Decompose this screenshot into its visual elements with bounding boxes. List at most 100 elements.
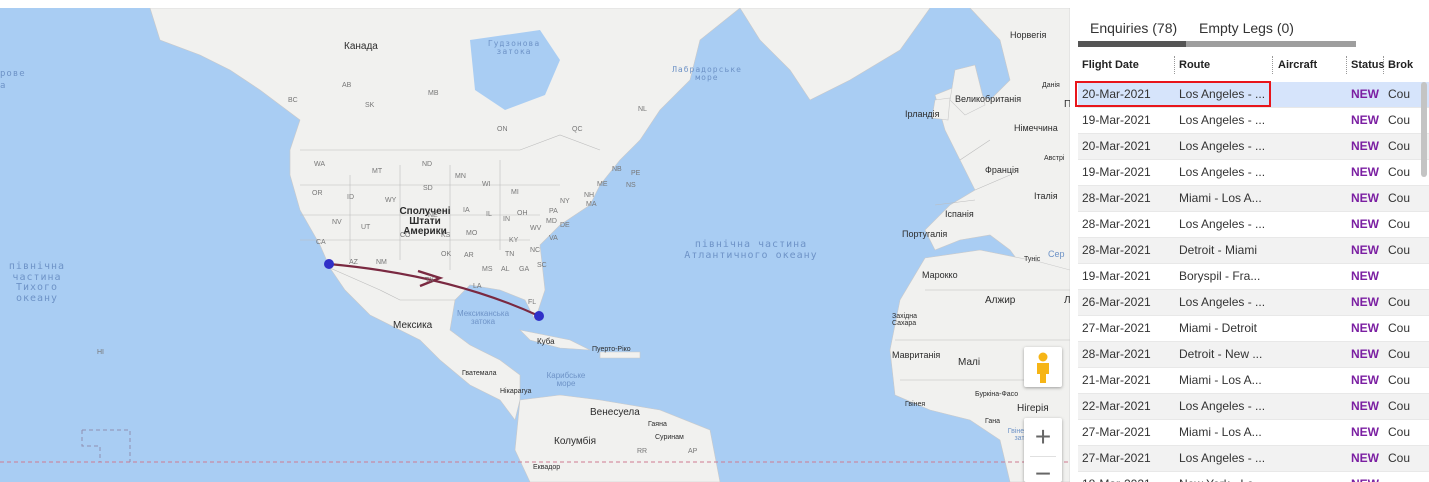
cell-route: Los Angeles - ... <box>1179 295 1266 309</box>
cell-status: NEW <box>1351 295 1379 309</box>
column-header-broker[interactable]: Brok <box>1388 54 1413 76</box>
state-code: NL <box>638 106 647 113</box>
column-header-status[interactable]: Status <box>1351 54 1385 76</box>
map-top-strip <box>0 0 1070 8</box>
table-row[interactable]: 28-Mar-2021 Detroit - Miami NEW Cou <box>1078 238 1429 264</box>
state-code: MO <box>466 230 478 237</box>
column-separator[interactable] <box>1272 56 1273 74</box>
state-code: NE <box>428 212 438 219</box>
state-code: NM <box>376 259 387 266</box>
cell-route: Detroit - New ... <box>1179 347 1263 361</box>
label-ecuador: Еквадор <box>533 464 561 471</box>
cell-status: NEW <box>1351 139 1379 153</box>
state-code: MN <box>455 173 466 180</box>
cell-broker: Cou <box>1388 165 1411 179</box>
cell-status: NEW <box>1351 347 1379 361</box>
state-code: ND <box>422 161 433 168</box>
column-header-route[interactable]: Route <box>1179 54 1210 76</box>
label-morocco: Марокко <box>922 270 958 280</box>
state-code: NB <box>612 166 622 173</box>
state-code: OK <box>441 251 452 258</box>
cell-flight-date: 18-Mar-2021 <box>1082 472 1151 482</box>
map-view[interactable]: Канада Гудзонова затока Лабрадорське мор… <box>0 0 1070 482</box>
column-separator[interactable] <box>1174 56 1175 74</box>
state-code: IL <box>486 211 492 218</box>
label-north-atlantic: північна частина Атлантичного океану <box>684 239 818 261</box>
state-code: PE <box>631 170 641 177</box>
table-row[interactable]: 28-Mar-2021 Detroit - New ... NEW Cou <box>1078 342 1429 368</box>
column-separator[interactable] <box>1346 56 1347 74</box>
column-header-flight-date[interactable]: Flight Date <box>1082 54 1139 76</box>
label-north-pacific: північна частина Тихого океану <box>8 261 66 304</box>
label-tunisia: Туніс <box>1024 256 1041 263</box>
label-western-sahara: Західна Сахара <box>892 313 918 328</box>
cell-status: NEW <box>1351 425 1379 439</box>
state-code: OR <box>312 190 323 197</box>
state-code: MD <box>546 218 557 225</box>
street-view-pegman-button[interactable] <box>1024 347 1062 387</box>
state-code: MA <box>586 201 597 208</box>
table-row[interactable]: 18-Mar-2021 New York - Lo... NEW <box>1078 472 1429 482</box>
table-row[interactable]: 19-Mar-2021 Boryspil - Fra... NEW <box>1078 264 1429 290</box>
zoom-out-button[interactable]: − <box>1024 457 1062 482</box>
tab-enquiries[interactable]: Enquiries (78) <box>1090 20 1177 36</box>
label-mexico: Мексика <box>393 320 433 331</box>
label-sea-left-2: а <box>0 81 7 91</box>
cell-flight-date: 19-Mar-2021 <box>1082 113 1151 127</box>
cell-flight-date: 26-Mar-2021 <box>1082 295 1151 309</box>
enquiries-table-body: 20-Mar-2021 Los Angeles - ... NEW Cou 19-Mar… <box>1078 82 1429 482</box>
table-row[interactable]: 27-Mar-2021 Miami - Los A... NEW Cou <box>1078 420 1429 446</box>
cell-status: NEW <box>1351 191 1379 205</box>
state-code: AB <box>342 82 352 89</box>
cell-flight-date: 28-Mar-2021 <box>1082 243 1151 257</box>
cell-route: Los Angeles - ... <box>1179 165 1266 179</box>
table-row[interactable]: 27-Mar-2021 Miami - Detroit NEW Cou <box>1078 316 1429 342</box>
state-code: KS <box>441 232 451 239</box>
cell-route: Los Angeles - ... <box>1179 139 1266 153</box>
table-row[interactable]: 28-Mar-2021 Miami - Los A... NEW Cou <box>1078 186 1429 212</box>
cell-broker: Cou <box>1388 113 1411 127</box>
table-row[interactable]: 19-Mar-2021 Los Angeles - ... NEW Cou <box>1078 108 1429 134</box>
state-code: MT <box>372 168 383 175</box>
state-code: MB <box>428 90 439 97</box>
landmass-greenland <box>739 7 931 101</box>
label-canada: Канада <box>344 41 378 52</box>
table-row[interactable]: 20-Mar-2021 Los Angeles - ... NEW Cou <box>1078 134 1429 160</box>
cell-status: NEW <box>1351 321 1379 335</box>
tab-empty-legs[interactable]: Empty Legs (0) <box>1199 20 1294 36</box>
state-code: OH <box>517 210 528 217</box>
cell-flight-date: 27-Mar-2021 <box>1082 321 1151 335</box>
label-hudson-bay: Гудзонова затока <box>487 39 541 57</box>
label-italy: Італія <box>1034 191 1058 201</box>
label-sea-left: рове <box>0 69 26 79</box>
state-code: VA <box>549 235 558 242</box>
tab-bar: Enquiries (78) Empty Legs (0) <box>1070 0 1429 47</box>
cell-status: NEW <box>1351 217 1379 231</box>
state-code: UT <box>361 224 371 231</box>
state-code: NS <box>626 182 636 189</box>
cell-broker: Cou <box>1388 373 1411 387</box>
label-labrador-sea: Лабрадорське море <box>672 65 742 83</box>
table-row[interactable]: 28-Mar-2021 Los Angeles - ... NEW Cou <box>1078 212 1429 238</box>
cell-route: Miami - Los A... <box>1179 425 1262 439</box>
state-code: AR <box>464 252 474 259</box>
label-austria: Австрі <box>1044 155 1065 162</box>
table-row[interactable]: 22-Mar-2021 Los Angeles - ... NEW Cou <box>1078 394 1429 420</box>
table-scrollbar-thumb[interactable] <box>1421 82 1427 177</box>
column-header-aircraft[interactable]: Aircraft <box>1278 54 1317 76</box>
state-code: GA <box>519 266 530 273</box>
state-code: CO <box>400 232 411 239</box>
state-code: NC <box>530 247 541 254</box>
state-code: ID <box>347 194 354 201</box>
state-code: ME <box>597 181 608 188</box>
table-row[interactable]: 27-Mar-2021 Los Angeles - ... NEW Cou <box>1078 446 1429 472</box>
table-row[interactable]: 26-Mar-2021 Los Angeles - ... NEW Cou <box>1078 290 1429 316</box>
label-mauritania: Мавританія <box>892 350 941 360</box>
cell-flight-date: 28-Mar-2021 <box>1082 347 1151 361</box>
zoom-in-button[interactable]: + <box>1024 418 1062 456</box>
route-origin-dot <box>324 259 334 269</box>
state-code: SK <box>365 102 375 109</box>
table-row[interactable]: 19-Mar-2021 Los Angeles - ... NEW Cou <box>1078 160 1429 186</box>
table-row[interactable]: 21-Mar-2021 Miami - Los A... NEW Cou <box>1078 368 1429 394</box>
column-separator[interactable] <box>1383 56 1384 74</box>
